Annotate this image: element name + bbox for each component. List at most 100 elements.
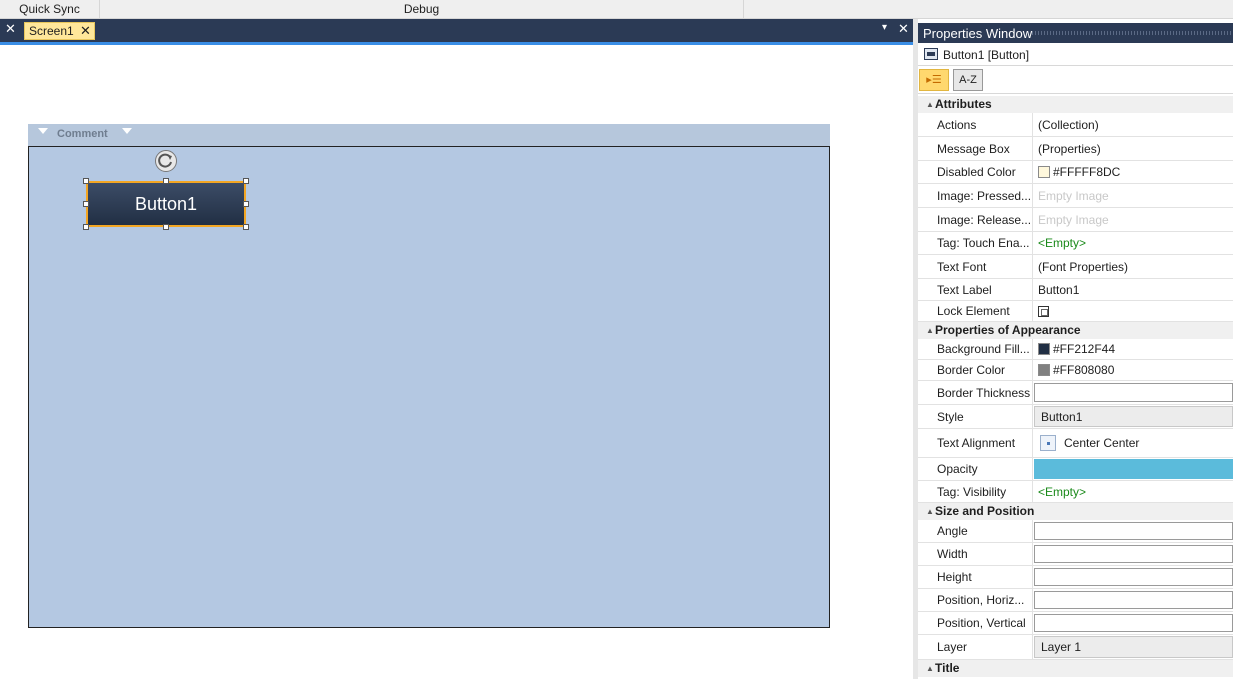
prop-row-tag-touch[interactable]: Tag: Touch Ena... <Empty> bbox=[918, 232, 1233, 255]
prop-row-opacity[interactable]: Opacity bbox=[918, 458, 1233, 481]
prop-row-position-horizontal[interactable]: Position, Horiz... bbox=[918, 589, 1233, 612]
layer-select[interactable]: Layer 1 bbox=[1034, 636, 1233, 658]
close-pane-icon[interactable]: ✕ bbox=[898, 21, 909, 37]
comment-dropdown-icon[interactable] bbox=[122, 128, 132, 134]
drag-grip[interactable] bbox=[1032, 31, 1233, 35]
prop-row-background-fill[interactable]: Background Fill... #FF212F44 bbox=[918, 339, 1233, 360]
rotate-handle-icon[interactable] bbox=[155, 150, 177, 172]
border-thickness-input[interactable] bbox=[1034, 383, 1233, 402]
section-size-position[interactable]: ▲ Size and Position bbox=[918, 503, 1233, 520]
tab-screen1[interactable]: Screen1 ✕ bbox=[24, 22, 95, 40]
prop-name: Tag: Touch Ena... bbox=[932, 232, 1033, 254]
collapse-triangle-icon[interactable]: ▲ bbox=[926, 326, 934, 335]
prop-row-text-alignment[interactable]: Text Alignment Center Center bbox=[918, 429, 1233, 458]
resize-handle[interactable] bbox=[83, 224, 89, 230]
button1-element[interactable]: Button1 bbox=[86, 181, 246, 227]
resize-handle[interactable] bbox=[83, 201, 89, 207]
collapse-triangle-icon[interactable]: ▲ bbox=[926, 507, 934, 516]
prop-row-border-thickness[interactable]: Border Thickness bbox=[918, 381, 1233, 405]
property-grid: ▲ Attributes Actions (Collection) Messag… bbox=[918, 96, 1233, 677]
prop-value[interactable]: Empty Image bbox=[1034, 184, 1233, 207]
prop-row-height[interactable]: Height bbox=[918, 566, 1233, 589]
section-title: Size and Position bbox=[935, 504, 1035, 518]
lock-checkbox[interactable] bbox=[1038, 305, 1049, 317]
color-value: #FFFFF8DC bbox=[1053, 165, 1121, 179]
prop-value[interactable]: #FF808080 bbox=[1034, 360, 1233, 380]
angle-input[interactable] bbox=[1034, 522, 1233, 540]
prop-name: Text Alignment bbox=[932, 429, 1033, 457]
prop-value[interactable]: #FFFFF8DC bbox=[1034, 161, 1233, 183]
prop-name: Message Box bbox=[932, 137, 1033, 160]
tab-accent-line bbox=[0, 42, 913, 45]
opacity-slider[interactable] bbox=[1034, 459, 1233, 479]
resize-handle[interactable] bbox=[243, 201, 249, 207]
prop-row-text-font[interactable]: Text Font (Font Properties) bbox=[918, 255, 1233, 279]
resize-handle[interactable] bbox=[83, 178, 89, 184]
categorized-view-icon[interactable]: ▸☰ bbox=[919, 69, 949, 91]
prop-name: Image: Release... bbox=[932, 208, 1033, 231]
prop-name: Position, Horiz... bbox=[932, 589, 1033, 611]
section-title-group[interactable]: ▲ Title bbox=[918, 660, 1233, 677]
tab-dropdown-icon[interactable]: ▾ bbox=[882, 22, 887, 33]
prop-value[interactable]: <Empty> bbox=[1034, 481, 1233, 502]
collapse-arrow-icon[interactable] bbox=[38, 128, 48, 134]
menu-quick-sync[interactable]: Quick Sync bbox=[0, 0, 100, 19]
selected-object-bar: Button1 [Button] bbox=[918, 44, 1233, 66]
sort-az-button[interactable]: A-Z bbox=[953, 69, 983, 91]
collapse-triangle-icon[interactable]: ▲ bbox=[926, 664, 934, 673]
section-attributes[interactable]: ▲ Attributes bbox=[918, 96, 1233, 113]
prop-value[interactable]: (Font Properties) bbox=[1034, 255, 1233, 278]
document-tab-strip: ✕ Screen1 ✕ ▾ ✕ bbox=[0, 19, 913, 42]
prop-row-layer[interactable]: Layer Layer 1 bbox=[918, 635, 1233, 660]
color-value: #FF212F44 bbox=[1053, 342, 1116, 356]
button-object-icon bbox=[924, 48, 938, 60]
prop-value[interactable]: (Properties) bbox=[1034, 137, 1233, 160]
comment-label: Comment bbox=[57, 128, 108, 140]
position-vertical-input[interactable] bbox=[1034, 614, 1233, 632]
prop-name: Width bbox=[932, 543, 1033, 565]
prop-value[interactable] bbox=[1034, 301, 1233, 321]
resize-handle[interactable] bbox=[243, 178, 249, 184]
close-tab-icon[interactable]: ✕ bbox=[80, 23, 91, 39]
prop-row-style[interactable]: Style Button1 bbox=[918, 405, 1233, 429]
comment-bar[interactable]: Comment bbox=[28, 124, 830, 146]
prop-row-disabled-color[interactable]: Disabled Color #FFFFF8DC bbox=[918, 161, 1233, 184]
prop-row-image-released[interactable]: Image: Release... Empty Image bbox=[918, 208, 1233, 232]
prop-value[interactable]: Center Center bbox=[1034, 429, 1233, 457]
prop-value[interactable]: Button1 bbox=[1034, 279, 1233, 300]
properties-toolbar: ▸☰ A-Z bbox=[918, 66, 1233, 94]
style-select[interactable]: Button1 bbox=[1034, 406, 1233, 427]
prop-name: Disabled Color bbox=[932, 161, 1033, 183]
prop-value[interactable]: Empty Image bbox=[1034, 208, 1233, 231]
section-title: Title bbox=[935, 661, 960, 675]
properties-title-bar[interactable]: Properties Window bbox=[918, 23, 1233, 43]
prop-name: Angle bbox=[932, 520, 1033, 542]
menu-debug[interactable]: Debug bbox=[100, 0, 744, 19]
resize-handle[interactable] bbox=[163, 224, 169, 230]
prop-value[interactable]: (Collection) bbox=[1034, 113, 1233, 136]
prop-name: Layer bbox=[932, 635, 1033, 659]
prop-row-border-color[interactable]: Border Color #FF808080 bbox=[918, 360, 1233, 381]
prop-row-image-pressed[interactable]: Image: Pressed... Empty Image bbox=[918, 184, 1233, 208]
close-all-icon[interactable]: ✕ bbox=[5, 21, 16, 37]
tab-label: Screen1 bbox=[29, 24, 74, 38]
prop-row-message-box[interactable]: Message Box (Properties) bbox=[918, 137, 1233, 161]
prop-name: Opacity bbox=[932, 458, 1033, 480]
height-input[interactable] bbox=[1034, 568, 1233, 586]
width-input[interactable] bbox=[1034, 545, 1233, 563]
prop-row-lock-element[interactable]: Lock Element bbox=[918, 301, 1233, 322]
prop-row-angle[interactable]: Angle bbox=[918, 520, 1233, 543]
resize-handle[interactable] bbox=[163, 178, 169, 184]
section-appearance[interactable]: ▲ Properties of Appearance bbox=[918, 322, 1233, 339]
prop-row-actions[interactable]: Actions (Collection) bbox=[918, 113, 1233, 137]
position-horizontal-input[interactable] bbox=[1034, 591, 1233, 609]
prop-value[interactable]: #FF212F44 bbox=[1034, 339, 1233, 359]
prop-row-text-label[interactable]: Text Label Button1 bbox=[918, 279, 1233, 301]
top-menu-bar: Quick Sync Debug bbox=[0, 0, 1233, 19]
prop-row-position-vertical[interactable]: Position, Vertical bbox=[918, 612, 1233, 635]
prop-row-width[interactable]: Width bbox=[918, 543, 1233, 566]
prop-value[interactable]: <Empty> bbox=[1034, 232, 1233, 254]
collapse-triangle-icon[interactable]: ▲ bbox=[926, 100, 934, 109]
prop-row-tag-visibility[interactable]: Tag: Visibility <Empty> bbox=[918, 481, 1233, 503]
resize-handle[interactable] bbox=[243, 224, 249, 230]
